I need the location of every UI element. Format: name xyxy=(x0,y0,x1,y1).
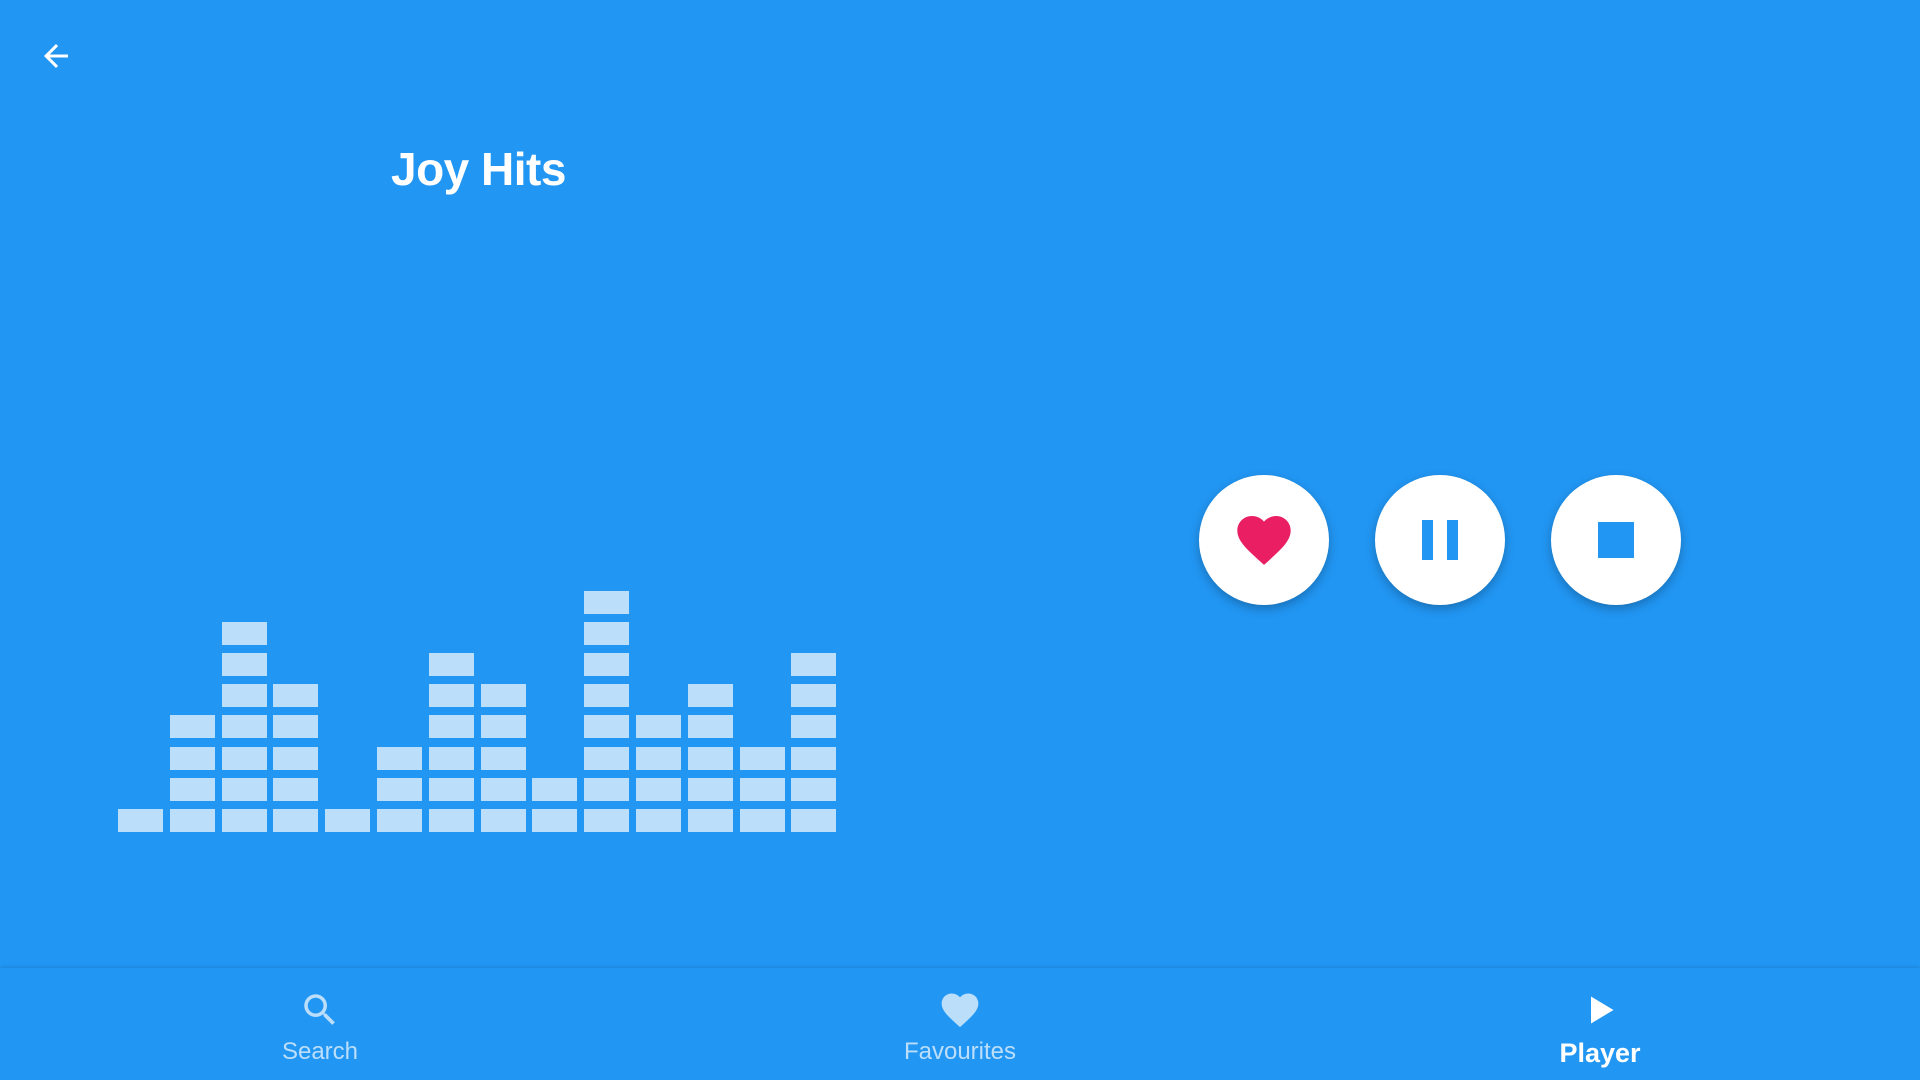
playback-controls xyxy=(1199,475,1681,605)
equalizer-block xyxy=(221,684,267,708)
equalizer-block xyxy=(584,684,630,708)
equalizer-block xyxy=(480,684,526,708)
equalizer-block xyxy=(169,746,215,770)
equalizer-block xyxy=(636,809,681,832)
stop-icon xyxy=(1598,522,1634,558)
equalizer-block xyxy=(739,809,785,832)
equalizer-block xyxy=(687,746,733,770)
equalizer-block xyxy=(428,777,474,801)
equalizer-block xyxy=(221,777,267,801)
equalizer-block xyxy=(273,777,319,801)
equalizer-block xyxy=(636,715,681,739)
equalizer-block xyxy=(480,777,526,801)
back-button[interactable] xyxy=(28,28,84,84)
nav-item-player[interactable]: Player xyxy=(1280,968,1920,1080)
equalizer-block xyxy=(584,715,630,739)
equalizer-block xyxy=(273,746,319,770)
bottom-navigation: Search Favourites Player xyxy=(0,968,1920,1080)
equalizer-block xyxy=(791,684,837,708)
arrow-left-icon xyxy=(44,44,68,68)
equalizer-block xyxy=(532,809,578,832)
equalizer-block xyxy=(428,715,474,739)
equalizer-block xyxy=(221,715,267,739)
equalizer-block xyxy=(480,746,526,770)
equalizer-block xyxy=(480,809,526,832)
equalizer-block xyxy=(584,621,630,645)
nav-label-player: Player xyxy=(1559,1038,1641,1068)
equalizer-block xyxy=(221,746,267,770)
pause-icon xyxy=(1422,520,1458,560)
equalizer-block xyxy=(273,715,319,739)
pause-button[interactable] xyxy=(1375,475,1505,605)
heart-icon xyxy=(938,988,982,1032)
nav-label-favourites: Favourites xyxy=(903,1038,1017,1065)
equalizer-block xyxy=(584,777,630,801)
equalizer-block xyxy=(532,777,578,801)
equalizer-block xyxy=(325,809,371,832)
equalizer-visualizer xyxy=(118,560,838,832)
equalizer-block xyxy=(739,777,785,801)
search-icon xyxy=(298,988,342,1032)
equalizer-block xyxy=(636,777,681,801)
equalizer-block xyxy=(273,684,319,708)
equalizer-block xyxy=(221,809,267,832)
equalizer-block xyxy=(687,809,733,832)
equalizer-block xyxy=(118,809,163,832)
equalizer-block xyxy=(169,777,215,801)
equalizer-block xyxy=(791,777,837,801)
player-screen: Joy Hits Search Favourites Player xyxy=(0,0,1920,1080)
equalizer-block xyxy=(221,621,267,645)
equalizer-block xyxy=(428,653,474,676)
equalizer-block xyxy=(584,653,630,676)
equalizer-block xyxy=(428,746,474,770)
equalizer-block xyxy=(428,809,474,832)
equalizer-block xyxy=(687,777,733,801)
equalizer-block xyxy=(791,809,837,832)
station-title: Joy Hits xyxy=(391,143,566,195)
play-icon xyxy=(1578,988,1622,1032)
nav-item-search[interactable]: Search xyxy=(0,968,640,1080)
equalizer-block xyxy=(584,590,630,614)
equalizer-block xyxy=(739,746,785,770)
equalizer-block xyxy=(377,809,422,832)
nav-label-search: Search xyxy=(281,1038,359,1065)
equalizer-block xyxy=(791,746,837,770)
equalizer-block xyxy=(584,746,630,770)
equalizer-block xyxy=(273,809,319,832)
equalizer-block xyxy=(584,809,630,832)
equalizer-block xyxy=(428,684,474,708)
equalizer-block xyxy=(687,715,733,739)
equalizer-block xyxy=(687,684,733,708)
nav-item-favourites[interactable]: Favourites xyxy=(640,968,1280,1080)
equalizer-block xyxy=(636,746,681,770)
equalizer-block xyxy=(221,653,267,676)
equalizer-block xyxy=(480,715,526,739)
equalizer-block xyxy=(377,746,422,770)
equalizer-block xyxy=(377,777,422,801)
equalizer-block xyxy=(169,715,215,739)
heart-icon xyxy=(1237,516,1291,565)
stop-button[interactable] xyxy=(1551,475,1681,605)
equalizer-block xyxy=(791,715,837,739)
favourite-button[interactable] xyxy=(1199,475,1329,605)
equalizer-block xyxy=(791,653,837,676)
equalizer-block xyxy=(169,809,215,832)
